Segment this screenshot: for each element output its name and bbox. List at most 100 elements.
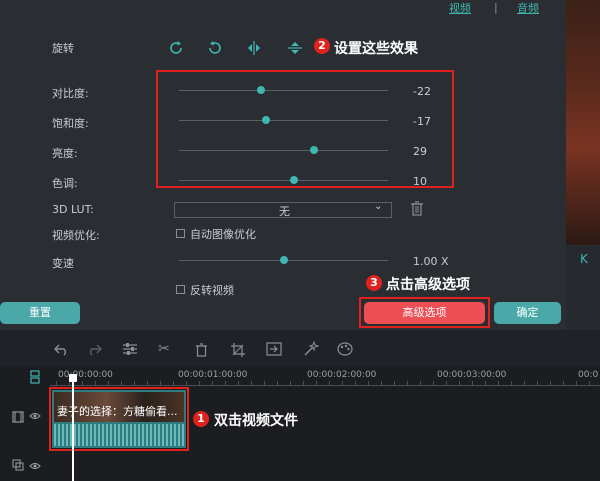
- ruler-tick: [251, 381, 252, 385]
- adjust-slider-knob-3[interactable]: [289, 176, 298, 184]
- ruler-time-0: 00:00:00:00: [58, 370, 113, 380]
- annotation-3-badge: 3: [366, 275, 382, 291]
- video-track-icon: [12, 411, 24, 426]
- magic-wand-icon[interactable]: [303, 340, 320, 361]
- ruler-tick: [459, 381, 460, 385]
- video-optimize-label: 视频优化:: [52, 229, 100, 242]
- clip-highlight-box: [49, 387, 189, 451]
- ruler-tick: [303, 381, 304, 385]
- snap-icon[interactable]: [30, 370, 40, 387]
- ruler-tick: [446, 381, 447, 385]
- ruler-tick: [563, 381, 564, 385]
- reverse-video-checkbox[interactable]: [176, 285, 185, 294]
- adjust-slider-knob-1[interactable]: [261, 116, 270, 124]
- ruler-tick: [186, 381, 187, 385]
- rotate-ccw-icon[interactable]: [207, 40, 223, 59]
- ruler-time-4: 00:0: [578, 370, 599, 380]
- flip-horizontal-icon[interactable]: [246, 40, 262, 59]
- adjust-slider-3[interactable]: [179, 176, 388, 184]
- ruler-tick: [290, 381, 291, 385]
- tab-video[interactable]: 视频: [449, 0, 471, 16]
- redo-icon[interactable]: [86, 342, 102, 360]
- reverse-video-label: 反转视频: [190, 284, 234, 297]
- adjust-value-1: -17: [413, 115, 431, 128]
- color-palette-icon[interactable]: [337, 342, 353, 360]
- overlay-track-icon: [12, 459, 24, 474]
- adjust-slider-knob-2[interactable]: [309, 146, 318, 154]
- ruler-tick: [329, 381, 330, 385]
- ruler-tick: [485, 381, 486, 385]
- adjust-value-2: 29: [413, 145, 427, 158]
- ruler-tick: [576, 381, 577, 385]
- playhead-handle[interactable]: [69, 374, 77, 382]
- ruler-tick: [225, 381, 226, 385]
- preview-thumbnail: [566, 0, 600, 245]
- ruler-tick: [160, 381, 161, 385]
- adjust-value-3: 10: [413, 175, 427, 188]
- ruler-tick: [277, 381, 278, 385]
- eye-icon[interactable]: [29, 460, 41, 474]
- ruler-tick: [537, 381, 538, 385]
- lut-select-value: 无: [279, 205, 290, 218]
- timeline-ruler[interactable]: [50, 385, 600, 386]
- ruler-tick: [589, 381, 590, 385]
- annotation-2-text: 设置这些效果: [334, 41, 418, 57]
- ruler-tick: [394, 381, 395, 385]
- ruler-tick: [342, 381, 343, 385]
- auto-enhance-checkbox[interactable]: [176, 229, 185, 238]
- ruler-tick: [147, 381, 148, 385]
- ruler-tick: [550, 381, 551, 385]
- speed-label: 变速: [52, 257, 74, 270]
- ruler-tick: [121, 381, 122, 385]
- adjust-label-1: 饱和度:: [52, 117, 89, 130]
- annotation-1-text: 双击视频文件: [214, 413, 298, 429]
- annotation-1-badge: 1: [193, 411, 209, 427]
- ruler-tick: [316, 381, 317, 385]
- eye-icon[interactable]: [29, 410, 41, 424]
- ruler-tick: [472, 381, 473, 385]
- adjust-label-0: 对比度:: [52, 87, 89, 100]
- rotate-cw-icon[interactable]: [168, 40, 184, 59]
- advanced-options-button[interactable]: 高级选项: [364, 302, 485, 324]
- ruler-tick: [368, 381, 369, 385]
- reset-button[interactable]: 重置: [0, 302, 80, 324]
- playhead[interactable]: [72, 378, 74, 481]
- undo-icon[interactable]: [54, 342, 70, 360]
- export-frame-icon[interactable]: [266, 342, 282, 360]
- adjust-label-3: 色调:: [52, 177, 78, 190]
- preview-k-label: K: [580, 252, 588, 266]
- crop-icon[interactable]: [230, 342, 246, 362]
- annotation-3-text: 点击高级选项: [386, 277, 470, 293]
- scissors-icon[interactable]: ✂: [158, 341, 170, 357]
- ruler-time-3: 00:00:03:00:00: [437, 370, 507, 380]
- delete-icon[interactable]: [195, 342, 208, 361]
- ruler-tick: [212, 381, 213, 385]
- adjust-label-2: 亮度:: [52, 147, 78, 160]
- tab-audio[interactable]: 音频: [517, 0, 539, 16]
- adjust-value-0: -22: [413, 85, 431, 98]
- ruler-tick: [407, 381, 408, 385]
- speed-slider-knob[interactable]: [280, 256, 288, 264]
- ruler-tick: [264, 381, 265, 385]
- lut-label: 3D LUT:: [52, 203, 94, 216]
- adjust-slider-0[interactable]: [179, 86, 388, 94]
- ruler-tick: [524, 381, 525, 385]
- ruler-tick: [56, 381, 57, 385]
- ruler-tick: [95, 381, 96, 385]
- adjust-slider-1[interactable]: [179, 116, 388, 124]
- annotation-2-badge: 2: [314, 38, 330, 54]
- tab-separator: |: [494, 1, 498, 14]
- speed-slider[interactable]: [179, 256, 388, 264]
- ruler-tick: [355, 381, 356, 385]
- adjust-icon[interactable]: [122, 342, 138, 360]
- ruler-tick: [238, 381, 239, 385]
- ruler-tick: [173, 381, 174, 385]
- adjust-slider-knob-0[interactable]: [256, 86, 265, 94]
- ruler-tick: [82, 381, 83, 385]
- ok-button[interactable]: 确定: [494, 302, 561, 324]
- ruler-time-2: 00:00:02:00:00: [307, 370, 377, 380]
- flip-vertical-icon[interactable]: [287, 40, 303, 59]
- trash-icon[interactable]: [410, 200, 424, 219]
- adjust-slider-2[interactable]: [179, 146, 388, 154]
- ruler-time-1: 00:00:01:00:00: [178, 370, 248, 380]
